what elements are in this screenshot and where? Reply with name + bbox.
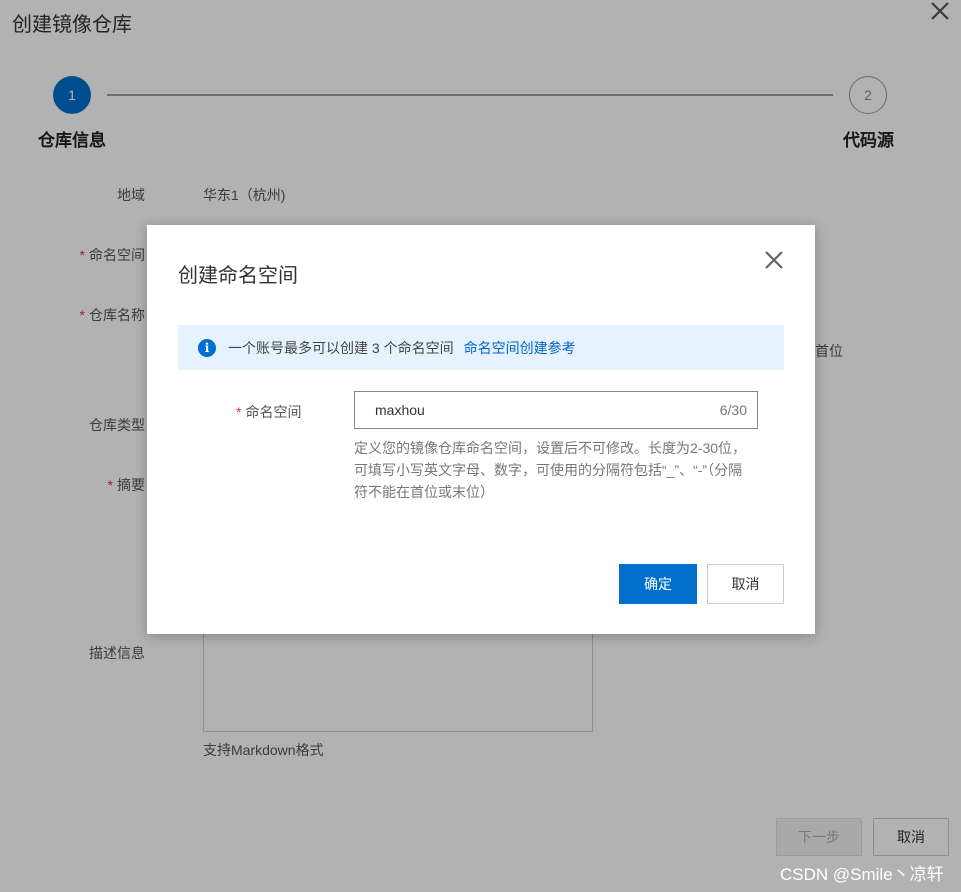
- dialog-close-icon[interactable]: [761, 247, 787, 273]
- namespace-field-label: * 命名空间: [236, 402, 301, 422]
- info-icon: i: [198, 338, 216, 357]
- namespace-input-wrapper: 6/30: [354, 391, 758, 429]
- char-counter: 6/30: [719, 402, 747, 418]
- dialog-cancel-button[interactable]: 取消: [707, 564, 784, 604]
- dialog-title: 创建命名空间: [178, 265, 298, 287]
- namespace-reference-link[interactable]: 命名空间创建参考: [464, 338, 576, 358]
- namespace-input[interactable]: [355, 392, 715, 428]
- confirm-button[interactable]: 确定: [619, 564, 697, 604]
- create-namespace-dialog: 创建命名空间 i 一个账号最多可以创建 3 个命名空间 命名空间创建参考 * 命名…: [147, 225, 815, 634]
- info-text: 一个账号最多可以创建 3 个命名空间: [228, 339, 454, 356]
- info-banner: i 一个账号最多可以创建 3 个命名空间 命名空间创建参考: [178, 325, 784, 370]
- namespace-help-text: 定义您的镜像仓库命名空间，设置后不可修改。长度为2-30位，可填写小写英文字母、…: [354, 440, 747, 500]
- watermark: CSDN @Smile丶凉轩: [780, 865, 944, 884]
- required-mark: *: [236, 404, 242, 420]
- namespace-field-label-text: 命名空间: [245, 404, 302, 420]
